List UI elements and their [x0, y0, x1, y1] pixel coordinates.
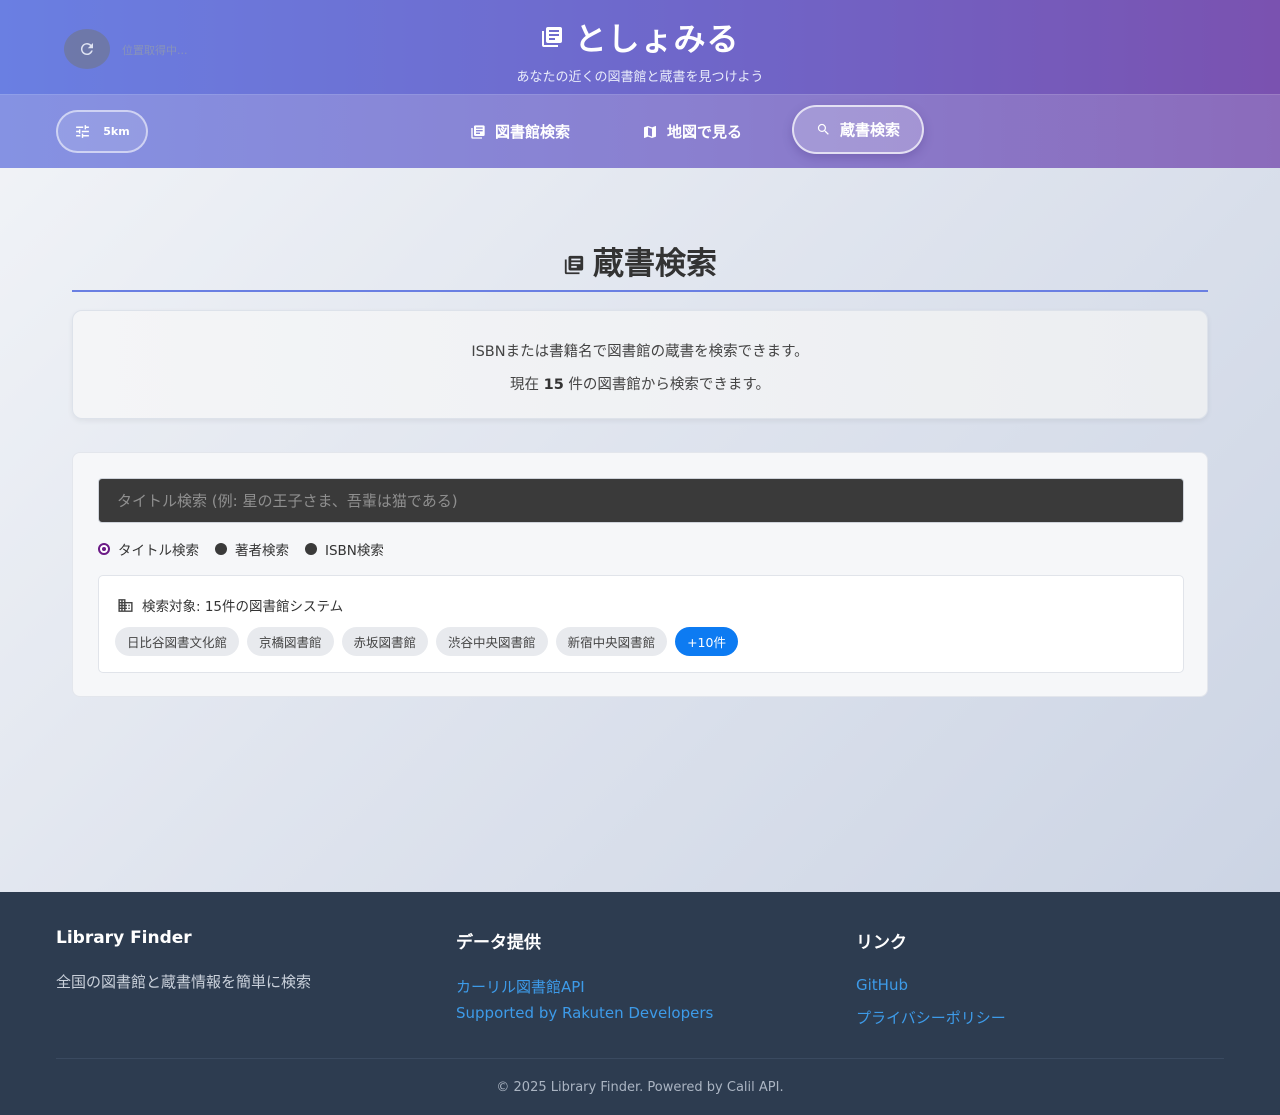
footer: Library Finder 全国の図書館と蔵書情報を簡単に検索 データ提供 カ…: [0, 892, 1280, 1115]
more-libraries-badge[interactable]: +10件: [675, 627, 738, 656]
footer-links: リンク GitHub プライバシーポリシー: [856, 928, 1006, 1028]
tune-icon: [76, 125, 90, 138]
library-chip: 赤坂図書館: [341, 627, 429, 656]
tab-label: 蔵書検索: [839, 121, 900, 139]
info-prefix: 現在: [510, 377, 540, 393]
radio-dot[interactable]: [305, 543, 317, 555]
copyright: © 2025 Library Finder. Powered by Calil …: [496, 1080, 784, 1095]
library-icon: [471, 124, 485, 139]
info-card: ISBNまたは書籍名で図書館の蔵書を検索できます。 現在 15 件の図書館から検…: [72, 310, 1208, 419]
search-mode-group: タイトル検索 著者検索 ISBN検索: [98, 539, 400, 559]
building-icon: [118, 598, 133, 612]
app-header: 位置取得中... としょみる あなたの近くの図書館と蔵書を見つけよう: [0, 0, 1280, 95]
page-title-text: 蔵書検索: [593, 246, 717, 282]
info-suffix: 件の図書館から検索できます。: [568, 377, 770, 393]
footer-heading: リンク: [856, 933, 907, 953]
radio-title-search[interactable]: タイトル検索: [98, 539, 199, 559]
calil-api-link[interactable]: カーリル図書館API: [456, 976, 713, 997]
radio-dot-selected[interactable]: [98, 543, 110, 555]
tab-label: 地図で見る: [667, 123, 743, 141]
library-chip: 京橋図書館: [247, 627, 334, 656]
range-label: 5km: [103, 125, 130, 138]
app-subtitle: あなたの近くの図書館と蔵書を見つけよう: [516, 70, 764, 85]
tab-book-search[interactable]: 蔵書検索: [792, 105, 924, 154]
footer-heading: Library Finder: [56, 928, 192, 948]
library-chip: 日比谷図書文化館: [115, 627, 240, 656]
page-title: 蔵書検索: [72, 238, 1208, 283]
radio-dot[interactable]: [215, 543, 227, 555]
nav-bar: 5km 図書館検索 地図で見る 蔵書検索: [0, 95, 1280, 168]
search-input[interactable]: [98, 478, 1184, 523]
library-icon: [564, 255, 584, 274]
tab-library-search[interactable]: 図書館検索: [470, 121, 570, 142]
footer-divider: [56, 1058, 1224, 1059]
brand: としょみる あなたの近くの図書館と蔵書を見つけよう: [0, 14, 1280, 85]
app-title[interactable]: としょみる: [540, 14, 739, 60]
range-filter-button[interactable]: 5km: [56, 110, 148, 153]
footer-description: 全国の図書館と蔵書情報を簡単に検索: [56, 973, 312, 991]
app-title-text: としょみる: [574, 20, 740, 58]
radio-label: 著者検索: [235, 543, 289, 559]
github-link[interactable]: GitHub: [856, 976, 1006, 994]
search-targets-box: 検索対象: 15件の図書館システム 日比谷図書文化館 京橋図書館 赤坂図書館 渋…: [98, 575, 1184, 673]
library-chip-list: 日比谷図書文化館 京橋図書館 赤坂図書館 渋谷中央図書館 新宿中央図書館 +10…: [115, 627, 738, 656]
rakuten-developers-link[interactable]: Supported by Rakuten Developers: [456, 1004, 713, 1022]
footer-about: Library Finder 全国の図書館と蔵書情報を簡単に検索: [56, 928, 311, 992]
footer-heading: データ提供: [456, 933, 541, 953]
library-chip: 渋谷中央図書館: [436, 627, 548, 656]
library-chip: 新宿中央図書館: [555, 627, 668, 656]
library-icon: [542, 27, 563, 47]
tab-map[interactable]: 地図で見る: [642, 121, 742, 142]
radio-isbn-search[interactable]: ISBN検索: [305, 539, 384, 559]
footer-data-sources: データ提供 カーリル図書館API Supported by Rakuten De…: [456, 928, 713, 1022]
info-count-line: 現在 15 件の図書館から検索できます。: [73, 373, 1207, 394]
map-icon: [644, 125, 656, 138]
privacy-policy-link[interactable]: プライバシーポリシー: [856, 1007, 1006, 1028]
library-count: 15: [543, 377, 564, 393]
radio-label: タイトル検索: [118, 543, 199, 559]
tab-label: 図書館検索: [495, 123, 571, 141]
radio-label: ISBN検索: [325, 543, 384, 559]
search-panel: タイトル検索 著者検索 ISBN検索 検索対象: 15件の図書館システム 日比谷…: [72, 452, 1208, 697]
title-divider: [72, 290, 1208, 292]
radio-author-search[interactable]: 著者検索: [215, 539, 289, 559]
info-description: ISBNまたは書籍名で図書館の蔵書を検索できます。: [471, 344, 809, 360]
targets-heading-text: 検索対象: 15件の図書館システム: [142, 599, 344, 615]
search-targets-heading: 検索対象: 15件の図書館システム: [117, 595, 343, 615]
search-icon: [817, 123, 829, 135]
